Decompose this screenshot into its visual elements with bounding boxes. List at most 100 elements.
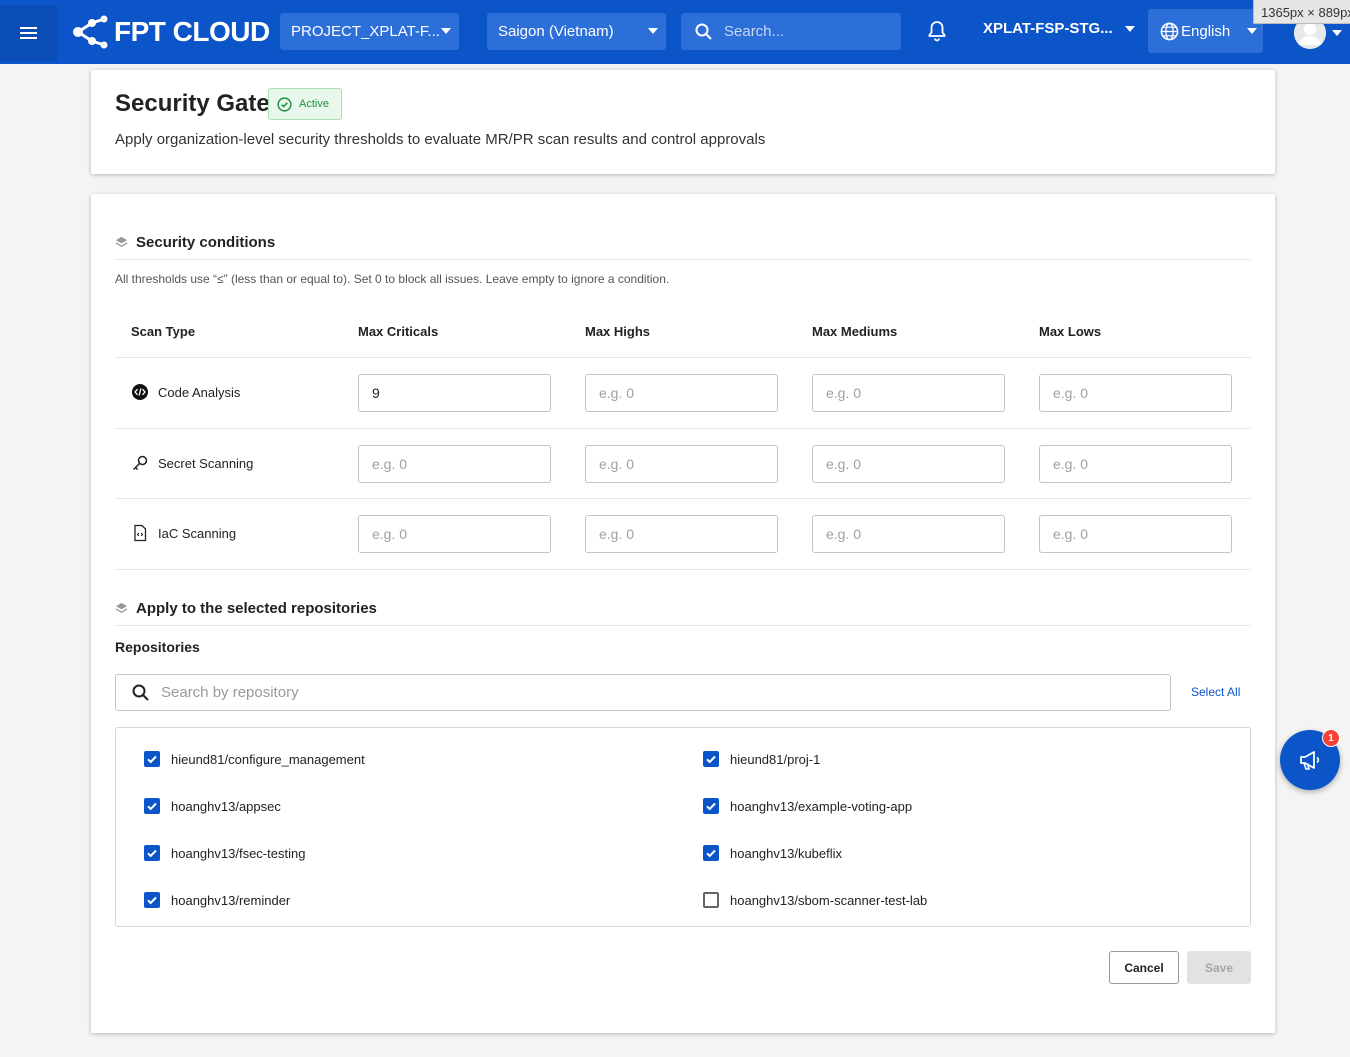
check-icon [706, 755, 716, 764]
scan-type-secret-scanning: Secret Scanning [131, 454, 253, 472]
checkbox-checked[interactable] [703, 845, 719, 861]
global-search[interactable] [681, 13, 901, 50]
viewport-size-badge: 1365px × 889px [1253, 0, 1350, 24]
repository-name: hieund81/configure_management [171, 751, 365, 767]
repository-name: hieund81/proj-1 [730, 751, 821, 767]
search-icon [132, 684, 149, 701]
code-analysis-max-lows-input[interactable] [1039, 374, 1232, 412]
repositories-section-title: Apply to the selected repositories [115, 600, 377, 617]
repository-checkbox-item[interactable]: hoanghv13/fsec-testing [144, 845, 305, 861]
chevron-down-icon [1247, 28, 1257, 34]
repository-checkbox-item[interactable]: hoanghv13/reminder [144, 892, 290, 908]
repository-name: hoanghv13/appsec [171, 798, 281, 814]
project-selector-value: PROJECT_XPLAT-F... [291, 23, 440, 40]
divider [115, 259, 1251, 260]
secret-scanning-max-highs-input[interactable] [585, 445, 778, 483]
logo-text: FPT CLOUD [114, 16, 270, 47]
divider [115, 498, 1251, 499]
code-file-icon [134, 524, 147, 542]
code-analysis-max-highs-input[interactable] [585, 374, 778, 412]
check-icon [147, 802, 157, 811]
repository-name: hoanghv13/sbom-scanner-test-lab [730, 892, 928, 908]
repository-name: hoanghv13/reminder [171, 892, 291, 908]
checkbox-checked[interactable] [144, 751, 160, 767]
notification-bell-icon[interactable] [925, 19, 949, 43]
scan-type-label: Secret Scanning [158, 455, 254, 471]
iac-scanning-max-criticals-input[interactable] [358, 515, 551, 553]
secret-scanning-max-criticals-input[interactable] [358, 445, 551, 483]
check-icon [147, 896, 157, 905]
cancel-button[interactable]: Cancel [1109, 951, 1179, 984]
repository-checkbox-item[interactable]: hoanghv13/sbom-scanner-test-lab [703, 892, 927, 908]
secret-scanning-max-lows-input[interactable] [1039, 445, 1232, 483]
layers-icon [115, 236, 128, 247]
code-analysis-max-mediums-input[interactable] [812, 374, 1005, 412]
globe-icon [1160, 22, 1179, 40]
repository-checkbox-item[interactable]: hoanghv13/example-voting-app [703, 798, 912, 814]
divider [115, 625, 1251, 626]
security-gate-form-card: Security conditions All thresholds use “… [91, 194, 1275, 1033]
thresholds-hint: All thresholds use “≤” (less than or equ… [115, 272, 670, 286]
column-header-scan-type: Scan Type [131, 324, 196, 339]
status-badge-label: Active [299, 98, 329, 110]
code-analysis-max-criticals-input[interactable] [358, 374, 551, 412]
security-conditions-section-title: Security conditions [115, 234, 275, 251]
code-icon [132, 384, 148, 400]
repository-checkbox-item[interactable]: hoanghv13/kubeflix [703, 845, 842, 861]
check-icon [147, 849, 157, 858]
repository-checkbox-item[interactable]: hoanghv13/appsec [144, 798, 281, 814]
check-icon [706, 849, 716, 858]
menu-icon [19, 27, 37, 39]
repository-search-input[interactable] [161, 684, 1061, 701]
tenant-selector[interactable]: XPLAT-FSP-STG... [983, 20, 1135, 37]
divider [115, 357, 1251, 358]
save-button[interactable]: Save [1187, 951, 1251, 984]
hamburger-menu-button[interactable] [0, 5, 57, 61]
checkbox-checked[interactable] [144, 892, 160, 908]
divider [115, 428, 1251, 429]
repository-name: hoanghv13/example-voting-app [730, 798, 913, 814]
region-selector[interactable]: Saigon (Vietnam) [487, 13, 666, 50]
iac-scanning-max-highs-input[interactable] [585, 515, 778, 553]
region-selector-value: Saigon (Vietnam) [498, 23, 614, 40]
checkbox-unchecked[interactable] [703, 892, 719, 908]
key-icon [132, 455, 148, 471]
column-header-max-criticals: Max Criticals [358, 324, 439, 339]
column-header-max-highs: Max Highs [585, 324, 651, 339]
logo-mark-icon [73, 15, 108, 49]
global-search-input[interactable] [724, 23, 884, 40]
divider [115, 569, 1251, 570]
megaphone-icon [1300, 751, 1320, 770]
checkbox-checked[interactable] [703, 798, 719, 814]
chevron-down-icon[interactable] [1332, 30, 1342, 36]
checkbox-checked[interactable] [144, 798, 160, 814]
tenant-name: XPLAT-FSP-STG... [983, 20, 1113, 37]
page-subtitle: Apply organization-level security thresh… [115, 131, 766, 148]
status-badge: Active [268, 88, 342, 120]
repository-checkbox-item[interactable]: hieund81/configure_management [144, 751, 365, 767]
iac-scanning-max-lows-input[interactable] [1039, 515, 1232, 553]
page-title: Security Gate [115, 90, 270, 117]
scan-type-iac-scanning: IaC Scanning [131, 524, 236, 542]
project-selector[interactable]: PROJECT_XPLAT-F... [280, 13, 459, 50]
repository-name: hoanghv13/kubeflix [730, 845, 843, 861]
scan-type-label: Code Analysis [158, 384, 241, 400]
checkbox-checked[interactable] [703, 751, 719, 767]
chevron-down-icon [1124, 25, 1135, 32]
repository-search[interactable] [115, 674, 1171, 711]
column-header-max-mediums: Max Mediums [812, 324, 898, 339]
scan-type-code-analysis: Code Analysis [131, 383, 240, 401]
repository-checkbox-item[interactable]: hieund81/proj-1 [703, 751, 820, 767]
security-conditions-title: Security conditions [136, 234, 276, 251]
check-icon [147, 755, 157, 764]
checkbox-checked[interactable] [144, 845, 160, 861]
iac-scanning-max-mediums-input[interactable] [812, 515, 1005, 553]
fpt-cloud-logo[interactable]: FPT CLOUD [70, 14, 270, 50]
scan-type-label: IaC Scanning [158, 525, 237, 541]
search-icon [695, 23, 712, 40]
top-navigation-bar: FPT CLOUD PROJECT_XPLAT-F... Saigon (Vie… [0, 0, 1350, 64]
secret-scanning-max-mediums-input[interactable] [812, 445, 1005, 483]
select-all-link[interactable]: Select All [1191, 685, 1240, 699]
language-selector[interactable]: English [1148, 9, 1263, 53]
layers-icon [115, 602, 128, 613]
